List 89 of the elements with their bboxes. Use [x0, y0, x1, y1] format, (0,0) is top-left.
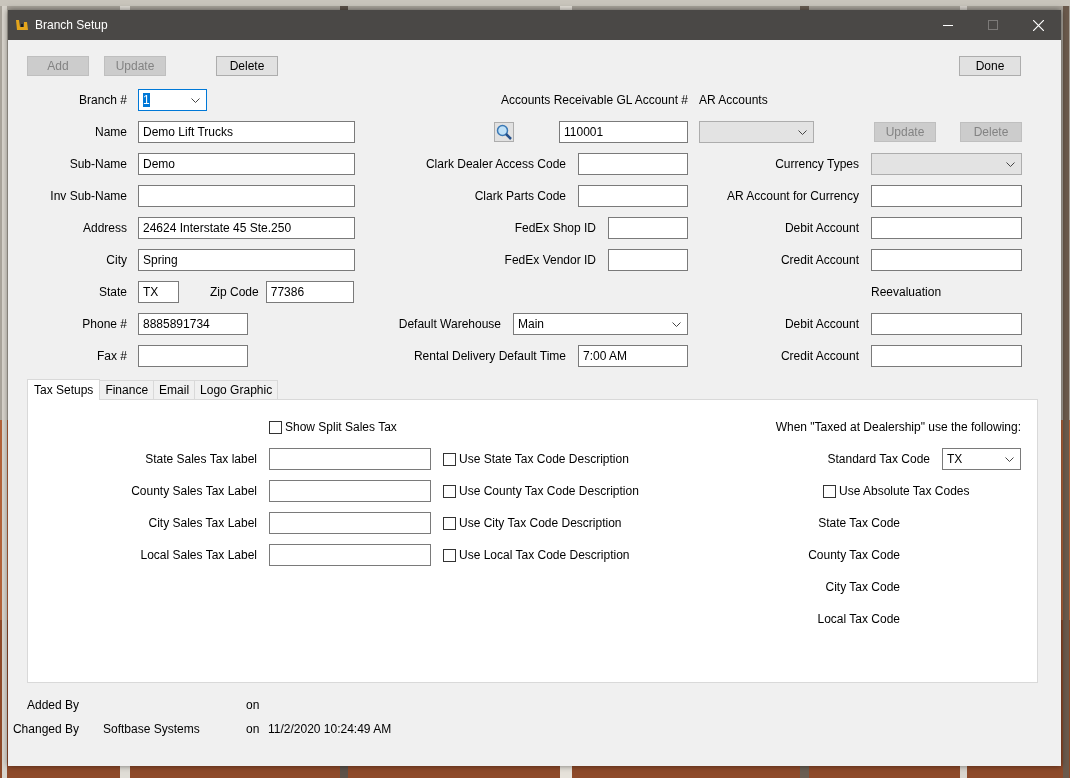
field-label: City Tax Code: [824, 580, 900, 594]
close-icon[interactable]: [1033, 19, 1044, 31]
field-label: AR Accounts: [699, 93, 768, 107]
text-field[interactable]: [138, 185, 355, 207]
checkbox[interactable]: Show Split Sales Tax: [269, 420, 639, 434]
text-field[interactable]: [871, 249, 1022, 271]
footer-label: on: [246, 722, 261, 736]
text-field[interactable]: [871, 185, 1022, 207]
footer-label: Changed By: [11, 722, 79, 736]
field-label: Branch #: [77, 93, 127, 107]
caret-icon: [191, 97, 200, 103]
field-label: Debit Account: [784, 221, 859, 235]
field-label: Accounts Receivable GL Account #: [501, 93, 688, 107]
text-field[interactable]: [871, 345, 1022, 367]
field-label: Credit Account: [780, 253, 859, 267]
tax-code-combo[interactable]: TX: [942, 448, 1021, 470]
text-field[interactable]: [871, 313, 1022, 335]
app-icon: [15, 18, 29, 32]
field-label: Standard Tax Code: [827, 452, 930, 466]
field-label: City: [105, 253, 127, 267]
field-label: City Sales Tax Label: [147, 516, 257, 530]
gl-account-field[interactable]: 110001: [559, 121, 688, 143]
field-label: State Tax Code: [817, 516, 900, 530]
search-icon: [496, 124, 512, 140]
field-label: Name: [94, 125, 127, 139]
field-label: Clark Dealer Access Code: [425, 157, 566, 171]
checkbox[interactable]: Use Absolute Tax Codes: [823, 484, 970, 498]
timestamp: 11/2/2020 10:24:49 AM: [268, 722, 393, 736]
combo-box[interactable]: Main: [513, 313, 688, 335]
field-label: FedEx Shop ID: [514, 221, 596, 235]
text-field[interactable]: 8885891734: [138, 313, 248, 335]
field-label: Local Tax Code: [816, 612, 900, 626]
toolbar-button[interactable]: Delete: [216, 56, 278, 76]
text-field[interactable]: [269, 544, 431, 566]
checkbox[interactable]: Use State Tax Code Description: [443, 452, 639, 466]
text-field[interactable]: [269, 480, 431, 502]
text-field[interactable]: 24624 Interstate 45 Ste.250: [138, 217, 355, 239]
caret-icon: [1005, 456, 1014, 462]
text-field[interactable]: [578, 185, 688, 207]
caret-icon: [672, 321, 681, 327]
field-label: Currency Types: [775, 157, 859, 171]
checkbox[interactable]: Use County Tax Code Description: [443, 484, 639, 498]
text-field[interactable]: [871, 217, 1022, 239]
window-title: Branch Setup: [35, 18, 108, 32]
field-label: FedEx Vendor ID: [504, 253, 596, 267]
field-label: Fax #: [96, 349, 127, 363]
section-heading: When "Taxed at Dealership" use the following:: [775, 420, 1021, 434]
field-label: Credit Account: [780, 349, 859, 363]
field-label: AR Account for Currency: [726, 189, 859, 203]
field-label: County Sales Tax Label: [130, 484, 257, 498]
field-label: Phone #: [81, 317, 127, 331]
text-field[interactable]: [608, 217, 688, 239]
text-field[interactable]: Demo Lift Trucks: [138, 121, 355, 143]
zip-code-field[interactable]: 77386: [265, 281, 354, 303]
checkbox[interactable]: Use City Tax Code Description: [443, 516, 639, 530]
text-field[interactable]: [269, 512, 431, 534]
field-label: Inv Sub-Name: [49, 189, 127, 203]
checkbox[interactable]: Use Local Tax Code Description: [443, 548, 639, 562]
text-field[interactable]: Demo: [138, 153, 355, 175]
field-label: Sub-Name: [68, 157, 127, 171]
field-label: Clark Parts Code: [474, 189, 566, 203]
section-heading: Reevaluation: [871, 285, 942, 299]
text-field[interactable]: [269, 448, 431, 470]
branch-combo[interactable]: 1: [138, 89, 207, 111]
field-label: Rental Delivery Default Time: [413, 349, 566, 363]
field-label: State Sales Tax label: [144, 452, 257, 466]
text-field[interactable]: 7:00 AM: [578, 345, 688, 367]
text-field[interactable]: [608, 249, 688, 271]
field-label: State: [97, 285, 127, 299]
tab[interactable]: Logo Graphic: [194, 380, 279, 399]
caret-icon: [1006, 161, 1015, 167]
field-label: County Tax Code: [807, 548, 900, 562]
text-field[interactable]: [578, 153, 688, 175]
text-field[interactable]: Spring: [138, 249, 355, 271]
caret-icon: [798, 129, 807, 135]
field-label: Zip Code: [210, 285, 259, 299]
field-label: Default Warehouse: [398, 317, 501, 331]
field-label: Address: [81, 221, 127, 235]
footer-label: Added By: [25, 698, 79, 712]
tab[interactable]: Tax Setups: [27, 379, 101, 400]
search-button[interactable]: [494, 122, 514, 142]
field-label: Debit Account: [784, 317, 859, 331]
field-label: Local Sales Tax Label: [139, 548, 257, 562]
text-field[interactable]: [138, 345, 248, 367]
done-button[interactable]: Done: [959, 56, 1021, 76]
user-name: Softbase Systems: [102, 722, 201, 736]
footer-label: on: [246, 698, 261, 712]
maximize-icon[interactable]: [988, 20, 998, 30]
text-field[interactable]: TX: [138, 281, 179, 303]
